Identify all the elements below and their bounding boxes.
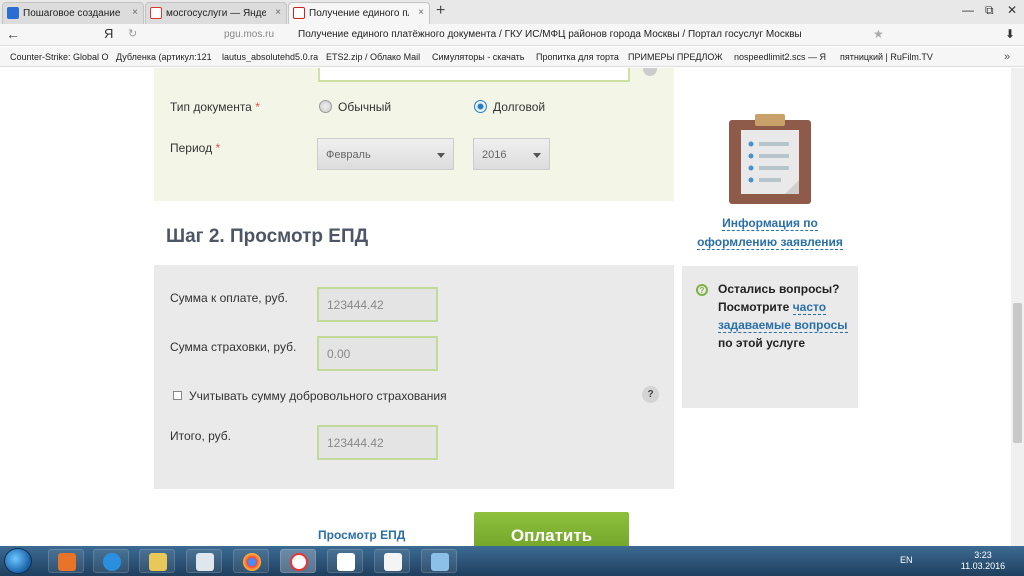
app-button[interactable] [186,549,222,573]
media-player-button[interactable] [48,549,84,573]
taskbar: EN 3:23 11.03.2016 [0,546,1024,576]
sum-to-pay-field: 123444.42 [317,287,438,322]
ie-icon [103,553,121,571]
yandex-button[interactable] [327,549,363,573]
ie-button[interactable] [93,549,129,573]
bookmark-item[interactable]: Симуляторы - скачать [432,52,526,62]
clock-time: 3:23 [974,550,992,560]
yandex-icon [337,553,355,571]
bookmarks-more-icon[interactable]: » [1004,51,1010,63]
restore-button[interactable]: ⧉ [985,3,994,18]
help-box: ? Остались вопросы? Посмотрите часто зад… [682,266,858,408]
tab-label: мосгосуслуги — Яндекс: нашл [166,8,266,19]
tab-label: Пошаговое создание проект [23,8,123,19]
yandex-browser-button[interactable] [280,549,316,573]
clipboard-icon [729,114,811,204]
language-indicator[interactable]: EN [900,555,913,565]
chevron-down-icon [533,153,541,158]
sum-to-pay-label: Сумма к оплате, руб. [170,291,288,305]
scrollbar-thumb[interactable] [1013,303,1022,443]
close-tab-icon[interactable]: × [418,7,424,18]
question-icon: ? [696,284,708,296]
close-window-button[interactable]: ✕ [1007,3,1017,17]
page-scrollbar[interactable] [1011,68,1024,546]
bookmark-item[interactable]: Пропитка для торта [536,52,620,62]
bookmark-item[interactable]: Дубленка (артикул:121 [116,52,216,62]
paint-button[interactable] [421,549,457,573]
bookmark-item[interactable]: ПРИМЕРЫ ПРЕДЛОЖ [628,52,724,62]
page-viewport: Тип документа * Обычный Долговой Период … [0,68,1024,546]
total-field: 123444.42 [317,425,438,460]
tab-step-by-step[interactable]: Пошаговое создание проект × [2,2,144,24]
folder-icon [149,553,167,571]
yandex-favicon-icon [150,7,162,19]
info-link-line1[interactable]: Информация по [722,216,818,231]
mos-favicon-icon [293,7,305,19]
year-select[interactable]: 2016 [473,138,550,170]
doc-type-debt-radio[interactable] [474,100,487,113]
insurance-sum-label: Сумма страховки, руб. [170,340,297,354]
yandex-browser-icon [290,553,308,571]
year-select-value: 2016 [482,149,507,161]
address-bar: ← Я ↻ pgu.mos.ru Получение единого платё… [0,24,1024,46]
total-label: Итого, руб. [170,429,231,443]
clock-date: 11.03.2016 [960,561,1006,571]
chevron-down-icon [437,153,445,158]
view-epd-link[interactable]: Просмотр ЕПД [318,528,405,542]
chrome-icon [243,553,261,571]
month-select[interactable]: Февраль [317,138,454,170]
site-favicon-icon [7,7,19,19]
new-tab-button[interactable]: + [436,2,445,20]
clock[interactable]: 3:23 11.03.2016 [960,550,1006,572]
yandex-logo-icon[interactable]: Я [104,26,113,41]
help-text: Остались вопросы? Посмотрите часто задав… [718,282,848,350]
document-icon [384,553,402,571]
info-link[interactable]: Информация по оформлению заявления [690,214,850,252]
reload-icon[interactable]: ↻ [128,27,137,40]
close-tab-icon[interactable]: × [275,7,281,18]
start-button[interactable] [4,548,32,574]
voluntary-insurance-checkbox[interactable] [173,391,182,400]
doc-type-regular-label[interactable]: Обычный [338,100,391,114]
step2-title: Шаг 2. Просмотр ЕПД [166,226,369,247]
tab-label: Получение единого плат [309,8,409,19]
bookmark-item[interactable]: Counter-Strike: Global O [10,52,110,62]
window-icon [196,553,214,571]
doc-type-debt-label[interactable]: Долговой [493,100,545,114]
doc-type-regular-radio[interactable] [319,100,332,113]
period-label: Период * [170,141,221,155]
help-icon[interactable]: ? [642,386,659,403]
bookmark-star-icon[interactable]: ★ [873,27,884,41]
media-player-icon [58,553,76,571]
chrome-button[interactable] [233,549,269,573]
browser-tab-bar: Пошаговое создание проект × мосгосуслуги… [0,0,1024,24]
bookmark-item[interactable]: пятницкий | RuFilm.TV [840,52,940,62]
minimize-button[interactable]: — [962,3,974,17]
notepad-button[interactable] [374,549,410,573]
address-input[interactable] [318,68,630,82]
bookmark-item[interactable]: ETS2.zip / Облако Mail [326,52,422,62]
tab-yandex-search[interactable]: мосгосуслуги — Яндекс: нашл × [145,2,287,24]
doc-type-label: Тип документа * [170,100,260,114]
bookmarks-bar: Counter-Strike: Global O Дубленка (артик… [0,47,1024,67]
pay-button[interactable]: Оплатить [474,512,629,546]
bookmark-item[interactable]: lautus_absolutehd5.0.ra [222,52,318,62]
url-page-title[interactable]: Получение единого платёжного документа /… [298,29,802,40]
voluntary-insurance-label[interactable]: Учитывать сумму добровольного страховани… [189,389,447,403]
close-tab-icon[interactable]: × [132,7,138,18]
explorer-button[interactable] [139,549,175,573]
url-domain[interactable]: pgu.mos.ru [224,29,274,40]
info-link-line2[interactable]: оформлению заявления [697,235,843,250]
paint-icon [431,553,449,571]
tab-epd[interactable]: Получение единого плат × [288,2,430,24]
bookmark-item[interactable]: nospeedlimit2.scs — Я [734,52,832,62]
download-icon[interactable]: ⬇ [1005,27,1015,41]
step1-panel [154,68,674,201]
month-select-value: Февраль [326,149,371,161]
back-arrow-icon[interactable]: ← [6,26,20,42]
insurance-sum-field: 0.00 [317,336,438,371]
